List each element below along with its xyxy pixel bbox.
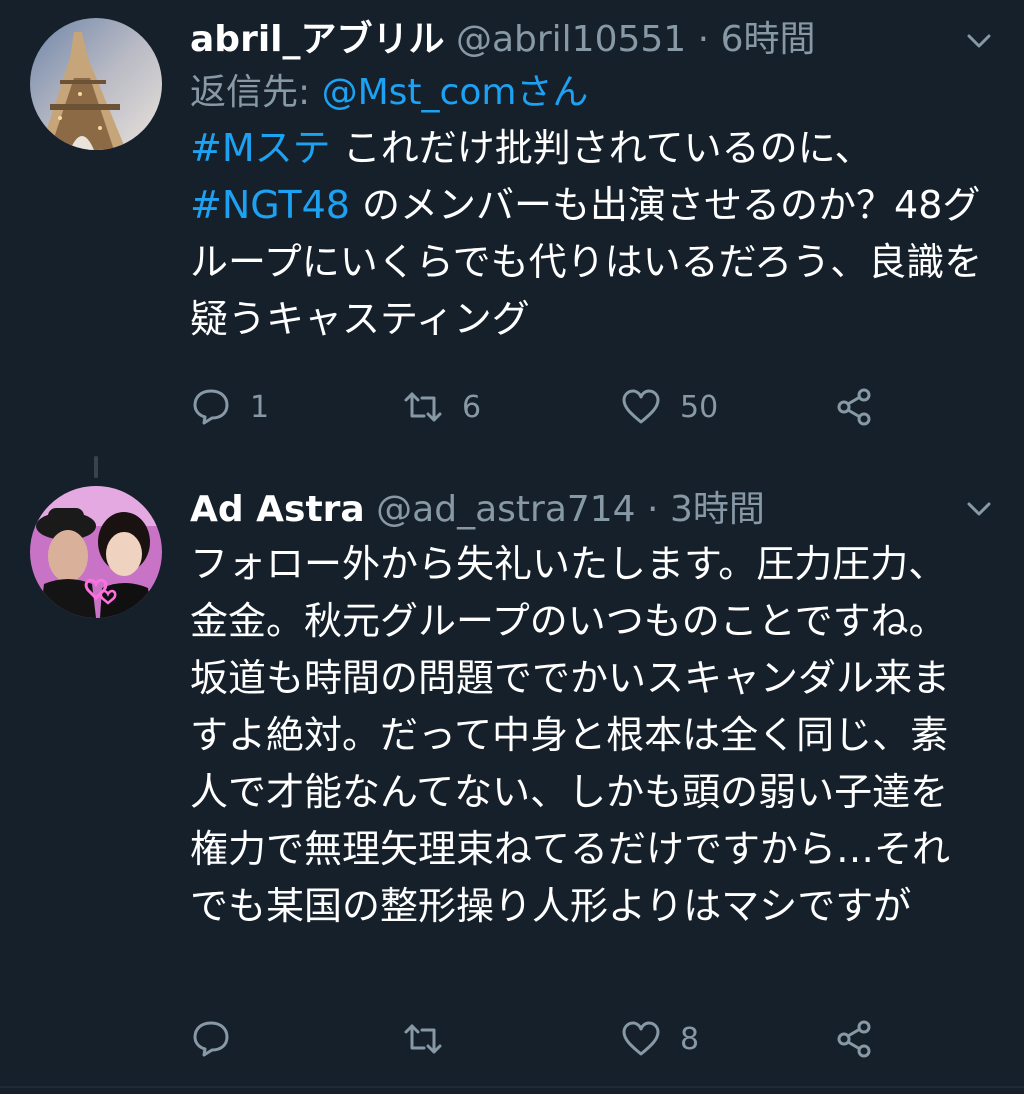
tweet-time[interactable]: 6時間 (721, 19, 816, 60)
avatar[interactable] (30, 486, 162, 618)
reply-button[interactable]: 1 (190, 382, 269, 432)
tweet-content: abril_アブリル @abril10551 · 6時間 返信先: @Mst_c… (190, 14, 984, 348)
share-button[interactable] (834, 382, 876, 432)
share-button[interactable] (834, 1014, 876, 1064)
avatar[interactable] (30, 18, 162, 150)
tweet-text-segment: これだけ批判されているのに、 (330, 126, 873, 170)
tweet-content: Ad Astra @ad_astra714 · 3時間 フォロー外から失礼いたし… (190, 484, 984, 935)
tweet-header: Ad Astra @ad_astra714 · 3時間 (190, 484, 984, 536)
hashtag-link[interactable]: #Mステ (190, 126, 331, 170)
reply-icon (193, 1021, 229, 1057)
user-handle[interactable]: @abril10551 (456, 19, 686, 60)
avatar-eiffel-image (30, 18, 162, 150)
avatar-couple-image (30, 486, 162, 618)
tweet-actions: 1 6 50 (190, 382, 890, 432)
share-icon (837, 1020, 871, 1058)
tweet-text: #Mステ これだけ批判されているのに、 #NGT48 のメンバーも出演させるのか？… (190, 120, 984, 348)
like-count: 8 (680, 1021, 700, 1057)
retweet-button[interactable]: 6 (402, 382, 481, 432)
header-separator: · (647, 489, 659, 530)
reply-icon (193, 389, 229, 425)
display-name[interactable]: Ad Astra (190, 489, 365, 530)
user-handle[interactable]: @ad_astra714 (376, 489, 635, 530)
like-button[interactable]: 8 (620, 1014, 699, 1064)
retweet-icon (404, 392, 442, 422)
tweet-feed: abril_アブリル @abril10551 · 6時間 返信先: @Mst_c… (0, 0, 1024, 1094)
tweet-actions: 8 (190, 1014, 890, 1064)
reply-prefix: 返信先: (190, 72, 311, 113)
reply-count: 1 (250, 389, 270, 425)
tweet-header: abril_アブリル @abril10551 · 6時間 (190, 14, 984, 66)
retweet-button[interactable] (402, 1014, 462, 1064)
feed-divider (0, 1086, 1024, 1088)
reply-context: 返信先: @Mst_comさん (190, 66, 984, 120)
reply-mention-link[interactable]: @Mst_comさん (322, 72, 589, 113)
hashtag-link[interactable]: #NGT48 (190, 183, 350, 227)
like-button[interactable]: 50 (620, 382, 718, 432)
like-icon (622, 389, 660, 424)
retweet-count: 6 (462, 389, 482, 425)
tweet-text: フォロー外から失礼いたします。圧力圧力、金金。秋元グループのいつものことですね。… (190, 542, 951, 928)
share-icon (837, 388, 871, 426)
like-count: 50 (680, 389, 719, 425)
tweet-time[interactable]: 3時間 (670, 489, 765, 530)
retweet-icon (404, 1024, 442, 1054)
header-separator: · (697, 19, 710, 60)
display-name[interactable]: abril_アブリル (190, 19, 445, 60)
like-icon (622, 1021, 660, 1056)
reply-button[interactable] (190, 1014, 250, 1064)
